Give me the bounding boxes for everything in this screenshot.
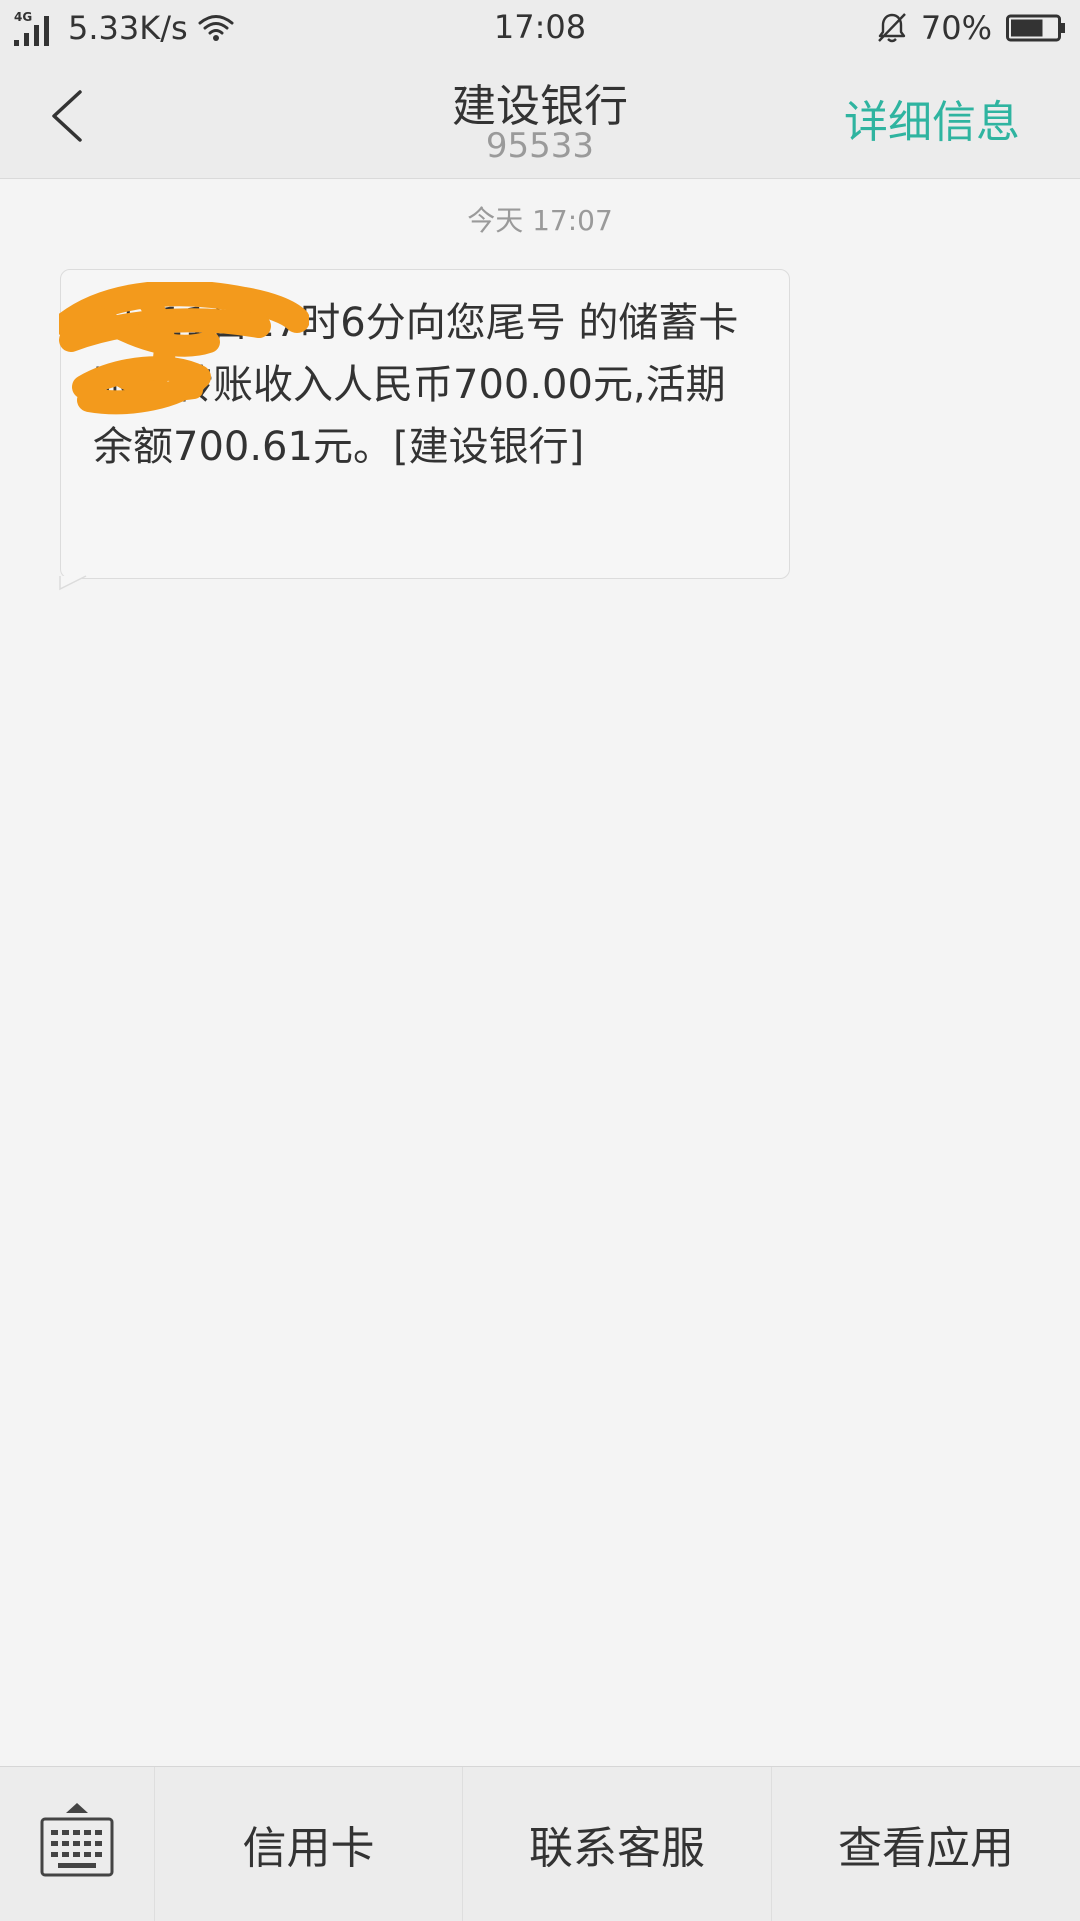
battery-percent: 70% (920, 9, 992, 47)
message-text: 9月11日17时6分向您尾号 的储蓄卡账户转账收入人民币700.00元,活期余额… (93, 300, 739, 470)
bottom-menu-bar: 信用卡 联系客服 查看应用 (0, 1766, 1080, 1921)
incoming-message-bubble[interactable]: 9月11日17时6分向您尾号 的储蓄卡账户转账收入人民币700.00元,活期余额… (59, 269, 790, 591)
bubble-tail (59, 575, 87, 591)
menu-item-view-apps[interactable]: 查看应用 (772, 1767, 1080, 1921)
status-bar-right: 70% (875, 8, 1066, 48)
details-button[interactable]: 详细信息 (844, 86, 1020, 150)
menu-item-customer-service[interactable]: 联系客服 (463, 1767, 771, 1921)
message-list[interactable]: 今天 17:07 9月11日17时6分向您尾号 的储蓄卡账户转账收入人民币700… (0, 179, 1080, 1766)
message-timestamp: 今天 17:07 (467, 204, 613, 237)
keyboard-toggle-button[interactable] (0, 1767, 154, 1921)
status-bar: 4G 5.33K/s 17:08 70% (0, 0, 1080, 56)
battery-icon (1006, 14, 1065, 42)
conversation-header: 建设银行 95533 详细信息 (0, 56, 1080, 179)
keyboard-icon (40, 1803, 114, 1877)
menu-item-credit-card[interactable]: 信用卡 (155, 1767, 462, 1921)
bell-icon (878, 13, 906, 43)
